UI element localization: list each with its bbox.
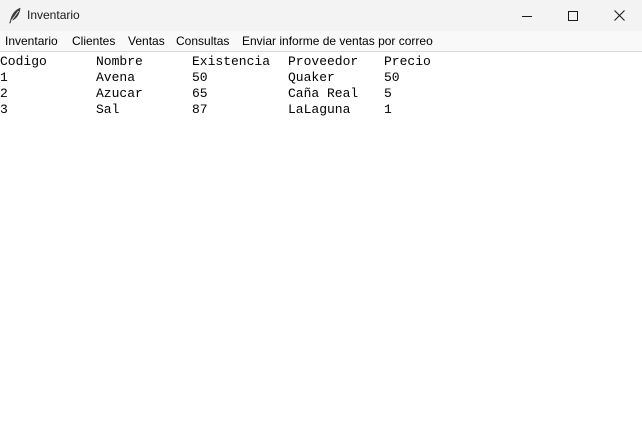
cell-codigo: 2 — [0, 86, 8, 101]
cell-existencia: 87 — [192, 102, 208, 117]
cell-precio: 1 — [384, 102, 392, 117]
menu-ventas[interactable]: Ventas — [128, 34, 165, 49]
cell-precio: 50 — [384, 70, 400, 85]
cell-codigo: 1 — [0, 70, 8, 85]
cell-nombre: Azucar — [96, 86, 143, 101]
cell-existencia: 65 — [192, 86, 208, 101]
feather-icon — [8, 7, 22, 24]
cell-nombre: Sal — [96, 102, 120, 117]
header-precio: Precio — [384, 54, 431, 69]
app-window: Inventario Inventario Clientes Ventas Co… — [0, 0, 642, 440]
header-proveedor: Proveedor — [288, 54, 359, 69]
header-existencia: Existencia — [192, 54, 271, 69]
menu-consultas[interactable]: Consultas — [176, 34, 229, 49]
menu-clientes[interactable]: Clientes — [72, 34, 115, 49]
header-codigo: Codigo — [0, 54, 47, 69]
title-bar[interactable]: Inventario — [0, 0, 642, 31]
minimize-icon — [522, 11, 532, 21]
inventory-table: Codigo Nombre Existencia Proveedor Preci… — [0, 52, 642, 440]
menu-inventario[interactable]: Inventario — [5, 34, 58, 49]
window-title: Inventario — [27, 8, 80, 22]
minimize-button[interactable] — [504, 0, 550, 31]
menu-bar: Inventario Clientes Ventas Consultas Env… — [0, 31, 642, 51]
cell-nombre: Avena — [96, 70, 136, 85]
header-nombre: Nombre — [96, 54, 143, 69]
close-icon — [613, 10, 625, 21]
cell-existencia: 50 — [192, 70, 208, 85]
cell-proveedor: LaLaguna — [288, 102, 351, 117]
cell-precio: 5 — [384, 86, 392, 101]
cell-proveedor: Quaker — [288, 70, 335, 85]
cell-codigo: 3 — [0, 102, 8, 117]
maximize-button[interactable] — [550, 0, 596, 31]
cell-proveedor: Caña Real — [288, 86, 359, 101]
close-button[interactable] — [596, 0, 642, 31]
maximize-icon — [568, 10, 578, 21]
menu-enviar-informe[interactable]: Enviar informe de ventas por correo — [242, 34, 433, 49]
